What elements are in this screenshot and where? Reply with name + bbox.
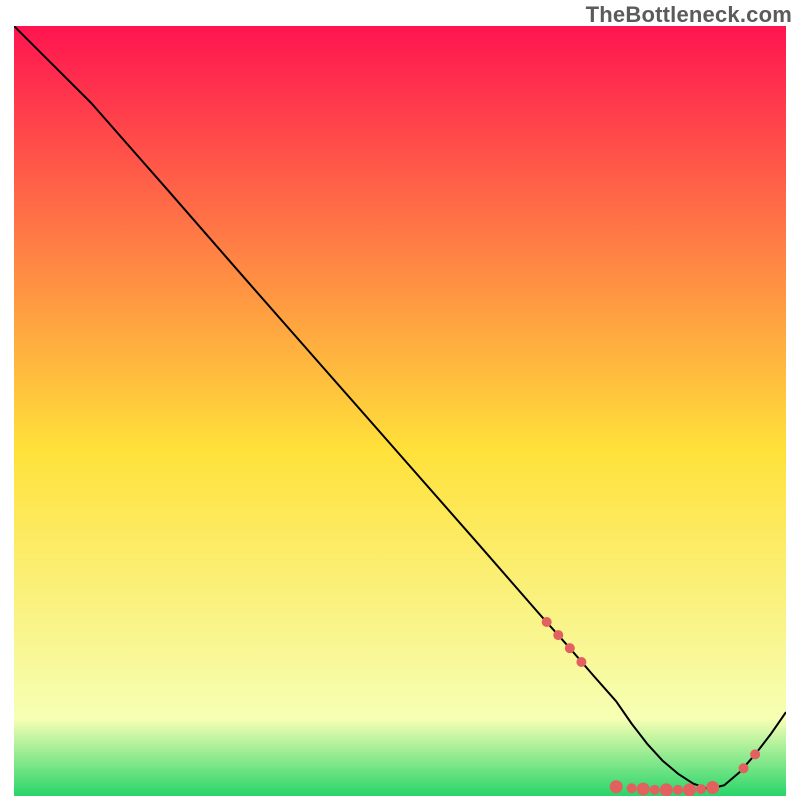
- marker-dot: [673, 785, 683, 795]
- marker-dot: [576, 657, 586, 667]
- marker-dot: [637, 783, 650, 796]
- chart-container: TheBottleneck.com: [0, 0, 800, 800]
- marker-dot: [565, 643, 575, 653]
- chart-background: [14, 26, 786, 796]
- marker-dot: [660, 783, 673, 796]
- watermark-text: TheBottleneck.com: [586, 2, 792, 28]
- marker-dot: [542, 617, 552, 627]
- marker-dot: [610, 780, 623, 793]
- marker-dot: [650, 785, 660, 795]
- marker-dot: [683, 783, 696, 796]
- marker-dot: [750, 749, 760, 759]
- marker-dot: [696, 784, 706, 794]
- marker-dot: [627, 783, 637, 793]
- marker-dot: [553, 630, 563, 640]
- chart-svg: [14, 26, 786, 796]
- marker-dot: [739, 763, 749, 773]
- marker-dot: [706, 781, 719, 794]
